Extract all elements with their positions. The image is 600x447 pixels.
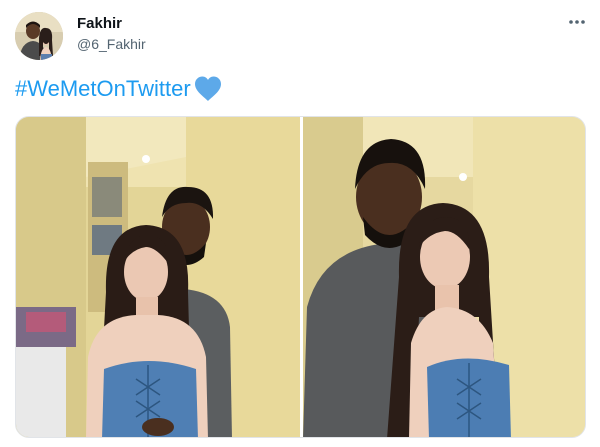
tweet-media [15, 116, 586, 438]
avatar[interactable] [15, 12, 63, 60]
display-name[interactable]: Fakhir [77, 15, 146, 33]
more-options-button[interactable] [565, 10, 589, 34]
blue-heart-icon [193, 75, 223, 103]
more-icon [569, 20, 585, 24]
tweet-text: #WeMetOnTwitter [15, 74, 223, 104]
photo-2[interactable] [303, 117, 585, 437]
avatar-image [15, 12, 63, 60]
tweet-author: Fakhir @6_Fakhir [77, 15, 146, 53]
tweet-card: Fakhir @6_Fakhir #WeMetOnTwitter [0, 0, 600, 447]
user-handle[interactable]: @6_Fakhir [77, 35, 146, 53]
photo-2-image [303, 117, 585, 437]
photo-1[interactable] [16, 117, 300, 437]
photo-1-image [16, 117, 300, 437]
hashtag-link[interactable]: #WeMetOnTwitter [15, 75, 191, 103]
